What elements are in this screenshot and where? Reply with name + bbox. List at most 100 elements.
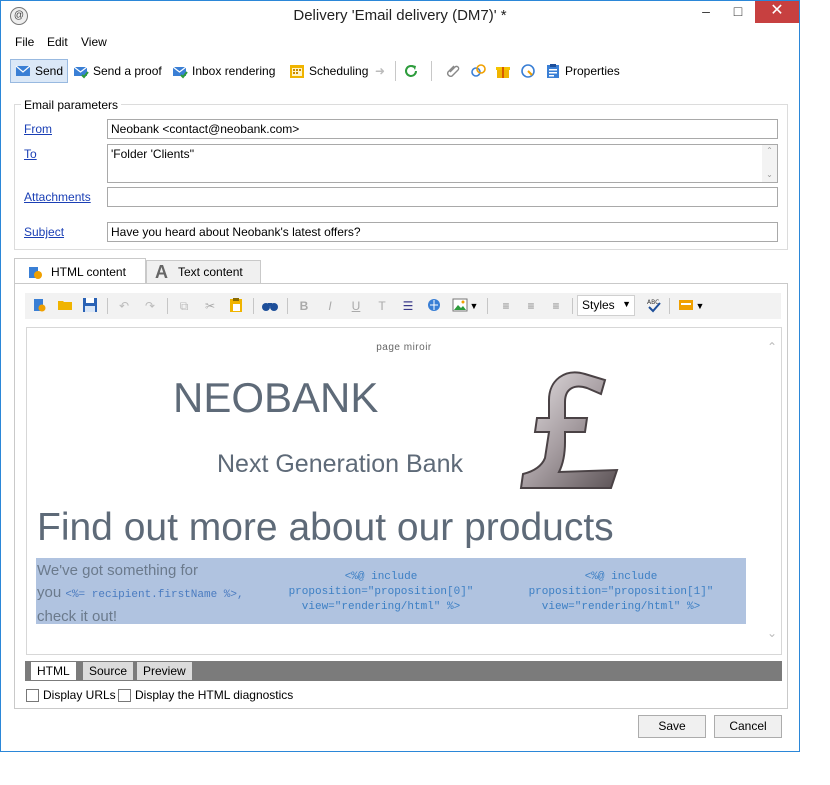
bold-icon[interactable]: B [295,297,313,315]
to-link[interactable]: To [24,147,37,161]
from-field[interactable]: Neobank <contact@neobank.com> [107,119,778,139]
subject-link[interactable]: Subject [24,225,64,239]
inbox-rendering-button[interactable]: Inbox rendering [172,59,275,83]
open-folder-icon[interactable] [56,297,74,315]
clear-format-icon[interactable]: T [373,297,391,315]
send-proof-label: Send a proof [93,64,162,78]
tagline: Next Generation Bank [217,450,463,478]
window-title: Delivery 'Email delivery (DM7)' * [293,7,507,24]
tab-html[interactable]: HTML [31,662,76,680]
align-center-icon[interactable]: ≡ [522,297,540,315]
personalization-dropdown-icon[interactable]: ▼ [695,297,705,315]
image-dropdown-icon[interactable]: ▼ [469,297,479,315]
editor-separator [287,298,288,314]
editor-toolbar: ↶ ↷ ⧉ ✂ B I U T ☰ ▼ ≡ ≡ ≡ Styles ▼ ABC ▼ [25,293,781,319]
proposition-0-line: view="rendering/html" %> [301,601,461,613]
checkbox-box[interactable] [26,688,39,702]
display-diagnostics-label: Display the HTML diagnostics [135,688,294,702]
menu-file[interactable]: File [15,35,34,49]
email-parameters-title: Email parameters [21,98,122,112]
main-headline: Find out more about our products [37,506,614,549]
send-proof-button[interactable]: Send a proof [73,59,162,83]
tab-text-content[interactable]: A Text content [146,260,261,283]
text-content-icon: A [155,261,168,282]
styles-label: Styles [582,298,615,312]
menu-bar: File Edit View [1,31,799,53]
view-tabs: HTML Source Preview [25,661,782,681]
minimize-button[interactable]: ‒ [691,1,721,23]
envelope-icon [15,65,31,76]
attachments-field[interactable] [107,187,778,207]
maximize-button[interactable]: □ [723,1,753,23]
redo-icon[interactable]: ↷ [141,297,159,315]
to-value: 'Folder 'Clients'' [111,147,195,161]
checkbox-box[interactable] [118,688,131,702]
send-label: Send [34,64,63,78]
attachments-link[interactable]: Attachments [24,190,91,204]
display-diagnostics-checkbox[interactable]: Display the HTML diagnostics [118,688,293,702]
mirror-page-link[interactable]: page miroir [27,342,781,353]
styles-dropdown[interactable]: Styles ▼ [577,295,635,316]
next-arrow-icon[interactable]: ➜ [375,59,385,83]
cut-icon[interactable]: ✂ [201,297,219,315]
align-right-icon[interactable]: ≡ [547,297,565,315]
menu-edit[interactable]: Edit [47,35,68,49]
close-button[interactable]: ✕ [755,1,799,23]
save-button[interactable]: Save [638,715,706,738]
intro-text: We've got something for you <%= recipien… [37,560,277,628]
bullet-list-icon[interactable]: ☰ [399,297,417,315]
delivery-window: @ Delivery 'Email delivery (DM7)' * ‒ □ … [0,0,800,752]
scheduling-button[interactable]: Scheduling [289,59,368,83]
insert-link-icon[interactable] [425,297,443,315]
personalization-icon[interactable] [677,297,695,315]
editor-separator [487,298,488,314]
attach-button[interactable] [445,59,465,83]
save-icon[interactable] [81,297,99,315]
gift-button[interactable] [495,59,515,83]
scroll-down-icon[interactable]: ⌄ [762,169,777,181]
inbox-rendering-label: Inbox rendering [192,64,276,78]
tab-text-content-label: Text content [178,265,243,279]
subject-field[interactable]: Have you heard about Neobank's latest of… [107,222,778,242]
cancel-button[interactable]: Cancel [714,715,782,738]
copy-icon[interactable]: ⧉ [175,297,193,315]
html-editor-canvas[interactable]: page miroir NEOBANK Next Generation Bank… [26,327,782,655]
new-document-icon[interactable] [30,297,48,315]
tab-source[interactable]: Source [83,662,134,680]
scheduling-label: Scheduling [309,64,369,78]
paperclip-icon [447,65,460,77]
tab-html-content[interactable]: HTML content [14,258,146,285]
insert-image-icon[interactable] [451,297,469,315]
refresh-button[interactable] [403,59,423,83]
clipboard-icon [547,64,559,78]
scroll-down-icon[interactable]: ⌄ [767,626,777,640]
find-icon[interactable] [261,297,279,315]
to-field[interactable]: 'Folder 'Clients'' ⌃ ⌄ [107,144,778,183]
italic-icon[interactable]: I [321,297,339,315]
scroll-up-icon[interactable]: ⌃ [767,340,777,354]
properties-button[interactable]: Properties [545,59,620,83]
selected-content-block[interactable]: We've got something for you <%= recipien… [36,558,746,625]
proposition-1-line: proposition="proposition[1]" [528,586,714,598]
to-scrollbar[interactable]: ⌃ ⌄ [762,145,777,182]
send-button[interactable]: Send [10,59,68,83]
undo-icon[interactable]: ↶ [115,297,133,315]
scroll-up-icon[interactable]: ⌃ [762,145,777,157]
proposition-1-line: <%@ include [584,571,658,583]
proposition-0-line: proposition="proposition[0]" [288,586,474,598]
underline-icon[interactable]: U [347,297,365,315]
editor-separator [253,298,254,314]
display-urls-checkbox[interactable]: Display URLs [26,688,116,702]
paste-icon[interactable] [227,297,245,315]
editor-scrollbar[interactable]: ⌃ ⌄ [765,328,781,654]
display-urls-label: Display URLs [43,688,116,702]
from-link[interactable]: From [24,122,52,136]
tracking-button[interactable] [520,59,540,83]
link-button[interactable] [470,59,490,83]
title-bar: @ Delivery 'Email delivery (DM7)' * ‒ □ … [1,1,799,31]
spellcheck-icon[interactable]: ABC [645,297,663,315]
menu-view[interactable]: View [81,35,107,49]
proposition-0-code: <%@ include proposition="proposition[0]"… [276,570,486,615]
tab-preview[interactable]: Preview [137,662,192,680]
align-left-icon[interactable]: ≡ [497,297,515,315]
